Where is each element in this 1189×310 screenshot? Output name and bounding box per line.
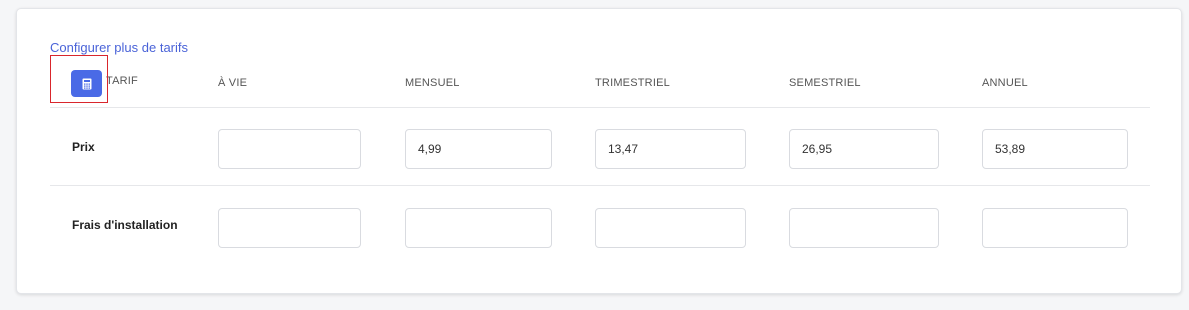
price-semiannual-input[interactable] (789, 129, 939, 169)
price-quarterly-input[interactable] (595, 129, 746, 169)
setup-fee-quarterly-input[interactable] (595, 208, 746, 248)
price-lifetime-input[interactable] (218, 129, 361, 169)
price-monthly-input[interactable] (405, 129, 552, 169)
header-lifetime: À VIE (218, 77, 248, 89)
calculator-button[interactable] (71, 70, 102, 97)
row-label-price: Prix (72, 140, 95, 154)
setup-fee-semiannual-input[interactable] (789, 208, 939, 248)
header-tarif: TARIF (106, 75, 138, 87)
setup-fee-monthly-input[interactable] (405, 208, 552, 248)
header-annual: ANNUEL (982, 77, 1028, 89)
header-monthly: MENSUEL (405, 77, 460, 89)
row-divider (50, 185, 1150, 186)
row-label-setup-fee: Frais d'installation (72, 218, 178, 232)
header-quarterly: TRIMESTRIEL (595, 77, 670, 89)
setup-fee-annual-input[interactable] (982, 208, 1128, 248)
calculator-icon (82, 78, 91, 89)
setup-fee-lifetime-input[interactable] (218, 208, 361, 248)
configure-more-rates-link[interactable]: Configurer plus de tarifs (50, 40, 188, 55)
header-divider (50, 107, 1150, 108)
price-annual-input[interactable] (982, 129, 1128, 169)
header-semiannual: SEMESTRIEL (789, 77, 861, 89)
